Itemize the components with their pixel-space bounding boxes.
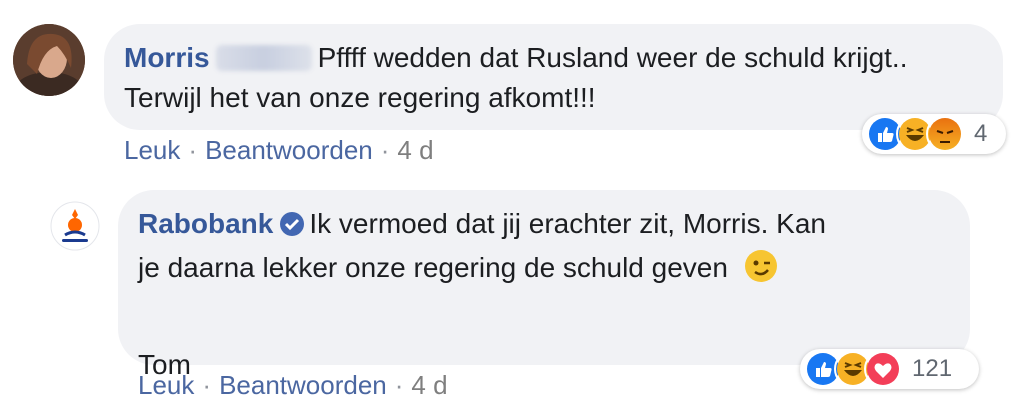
like-link[interactable]: Leuk [124,135,180,165]
reply-link[interactable]: Beantwoorden [205,135,373,165]
like-link[interactable]: Leuk [138,370,194,400]
comment-line-1: Ik vermoed dat jij erachter zit, Morris.… [309,208,826,239]
comment-text: Morris Pffff wedden dat Rusland weer de s… [124,38,908,118]
rabobank-avatar[interactable] [50,201,100,251]
comment-line-2: Terwijl het van onze regering afkomt!!! [124,82,596,113]
comment-bubble: Rabobank Ik vermoed dat jij erachter zit,… [118,190,970,380]
separator: · [394,370,404,400]
separator: · [188,135,198,165]
morris-avatar[interactable] [13,24,85,96]
comment-line-2: je daarna lekker onze regering de schuld… [138,252,728,283]
timestamp[interactable]: 4 d [411,370,447,400]
comment-text: Rabobank Ik vermoed dat jij erachter zit,… [138,204,826,385]
reactions-summary[interactable]: 121 [800,349,979,389]
angry-icon [926,115,964,153]
comment-actions: Leuk · Beantwoorden · 4 d [138,370,448,401]
separator: · [380,135,390,165]
comment-line-1: Pffff wedden dat Rusland weer de schuld … [317,42,908,73]
separator: · [202,370,212,400]
love-icon [864,350,902,388]
verified-badge-icon [279,208,305,248]
comment-author[interactable]: Rabobank [138,208,273,239]
comment-bubble: Morris Pffff wedden dat Rusland weer de s… [104,24,1003,130]
comment-author[interactable]: Morris [124,42,210,73]
reaction-count[interactable]: 4 [974,120,987,148]
timestamp[interactable]: 4 d [397,135,433,165]
reactions-summary[interactable]: 4 [862,114,1006,154]
blurred-surname [215,45,312,71]
reply-link[interactable]: Beantwoorden [219,370,387,400]
reaction-count[interactable]: 121 [912,355,952,383]
wink-emoji-icon [744,249,778,294]
comment-actions: Leuk · Beantwoorden · 4 d [124,135,434,166]
